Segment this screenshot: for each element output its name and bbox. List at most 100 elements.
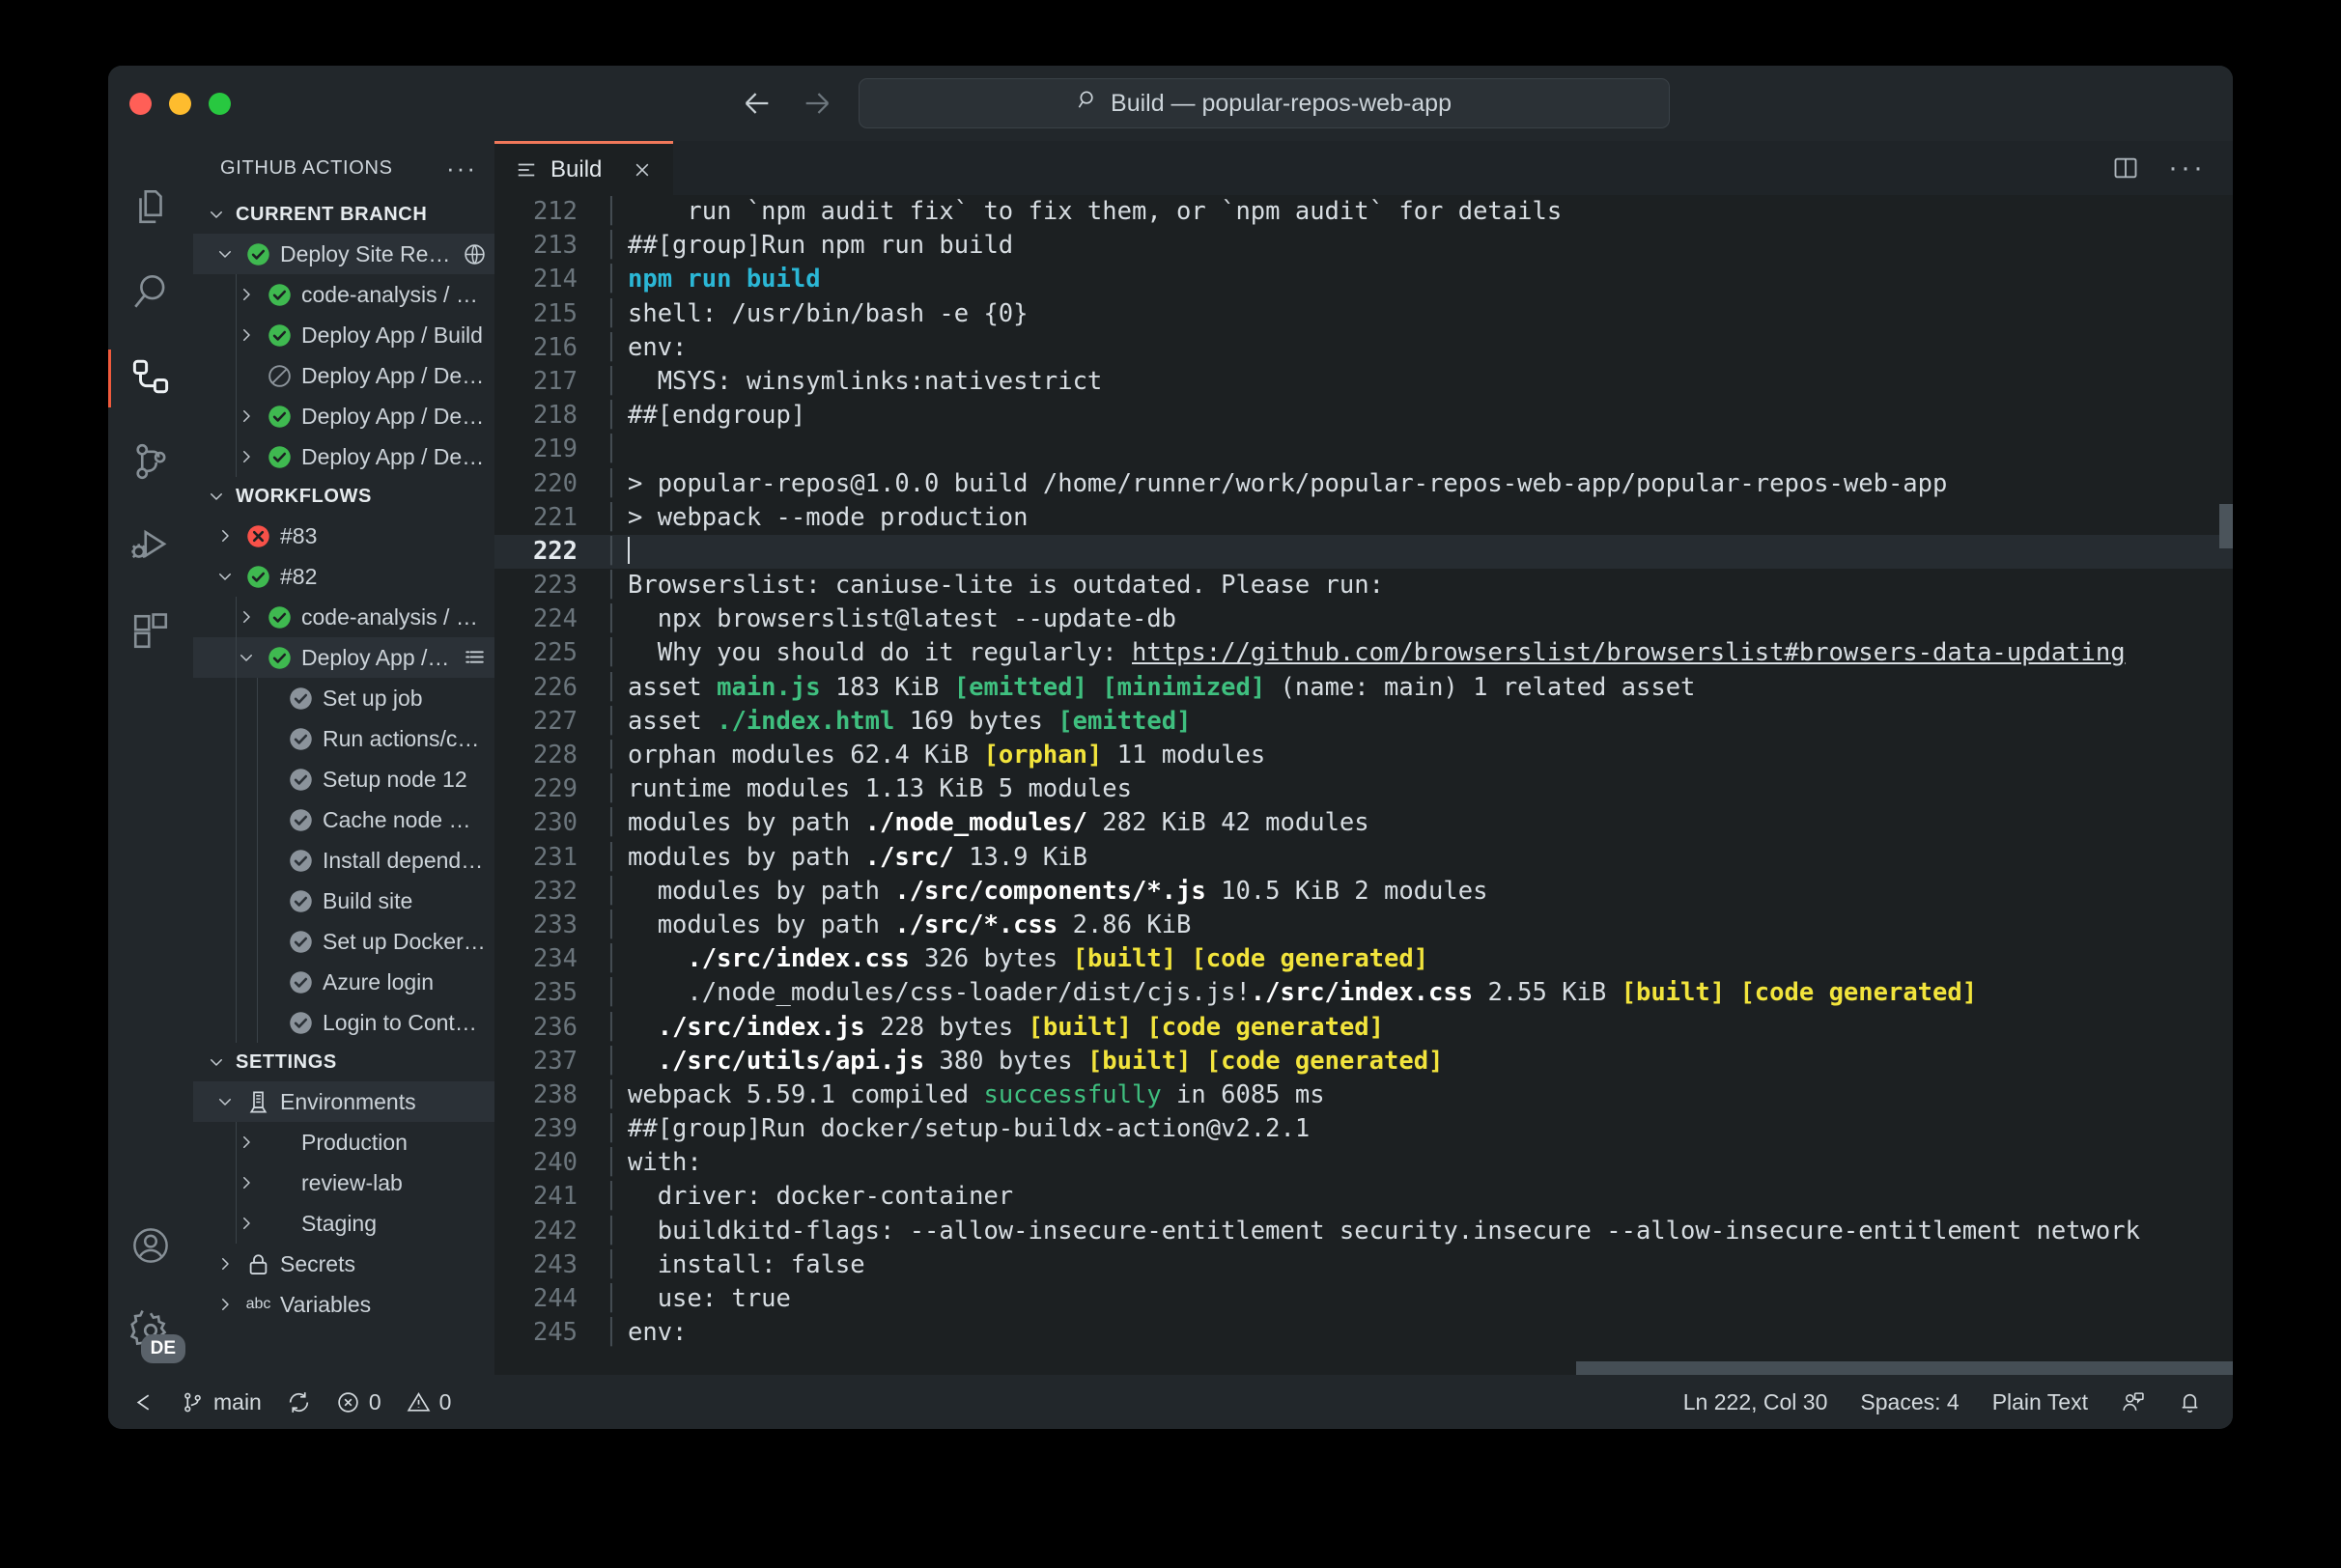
sidebar-item-83[interactable]: #83 — [193, 516, 494, 556]
fold-indicator[interactable]: │ — [595, 569, 628, 602]
activity-source-control[interactable] — [108, 421, 193, 506]
status-language-mode[interactable]: Plain Text — [1992, 1389, 2088, 1415]
globe-icon[interactable] — [463, 242, 487, 266]
chevron-down-icon[interactable] — [235, 646, 258, 669]
activity-github-actions[interactable] — [108, 336, 193, 421]
fold-indicator[interactable]: │ — [595, 806, 628, 840]
fold-indicator[interactable]: │ — [595, 671, 628, 705]
editor-viewport[interactable]: 212 │ run `npm audit fix` to fix them, or… — [494, 195, 2233, 1375]
fold-indicator[interactable]: │ — [595, 1112, 628, 1146]
split-editor-icon[interactable] — [2112, 154, 2139, 182]
fold-indicator[interactable]: │ — [595, 636, 628, 670]
fold-indicator[interactable]: │ — [595, 195, 628, 229]
sidebar-item-deploy-app-deploy-revi[interactable]: Deploy App / Deploy Revi... — [193, 355, 494, 396]
sidebar-item-code-analysis-security-c[interactable]: code-analysis / security c... — [193, 274, 494, 315]
activity-run-and-debug[interactable] — [108, 506, 193, 591]
fold-indicator[interactable]: │ — [595, 365, 628, 399]
status-cursor-position[interactable]: Ln 222, Col 30 — [1683, 1389, 1828, 1415]
status-branch[interactable]: main — [181, 1389, 262, 1415]
fold-indicator[interactable]: │ — [595, 535, 628, 569]
fold-indicator[interactable]: │ — [595, 331, 628, 365]
chevron-right-icon[interactable] — [235, 605, 258, 629]
sidebar-item-run-actions-checkout[interactable]: Run actions/checkout... — [193, 718, 494, 759]
activity-search[interactable] — [108, 251, 193, 336]
fold-indicator[interactable]: │ — [595, 976, 628, 1010]
status-live-share[interactable] — [2121, 1390, 2145, 1414]
sidebar-item-setup-node-12[interactable]: Setup node 12 — [193, 759, 494, 799]
fold-indicator[interactable]: │ — [595, 1078, 628, 1112]
fold-indicator[interactable]: │ — [595, 772, 628, 806]
chevron-right-icon[interactable] — [235, 445, 258, 468]
fold-indicator[interactable]: │ — [595, 841, 628, 875]
fold-indicator[interactable]: │ — [595, 1180, 628, 1214]
chevron-right-icon[interactable] — [235, 405, 258, 428]
status-sync[interactable] — [287, 1390, 311, 1414]
activity-manage-settings[interactable]: DE — [108, 1290, 193, 1375]
fold-indicator[interactable]: │ — [595, 501, 628, 535]
status-remote[interactable] — [131, 1390, 155, 1414]
fold-indicator[interactable]: │ — [595, 467, 628, 501]
chevron-right-icon[interactable] — [213, 1252, 237, 1275]
fold-indicator[interactable]: │ — [595, 1316, 628, 1350]
minimize-window-button[interactable] — [169, 92, 191, 115]
chevron-right-icon[interactable] — [235, 323, 258, 347]
chevron-down-icon[interactable] — [213, 242, 237, 266]
activity-explorer[interactable] — [108, 166, 193, 251]
sidebar-item-cache-node-modules[interactable]: Cache node modules — [193, 799, 494, 840]
chevron-down-icon[interactable] — [213, 565, 237, 588]
go-forward-icon[interactable] — [801, 87, 833, 120]
fold-indicator[interactable]: │ — [595, 297, 628, 331]
sidebar-item-azure-login[interactable]: Azure login — [193, 962, 494, 1002]
chevron-down-icon[interactable] — [213, 1090, 237, 1113]
sidebar-section-current-branch[interactable]: CURRENT BRANCH — [193, 195, 494, 234]
sidebar-item-deploy-app-build[interactable]: Deploy App / Build — [193, 637, 494, 678]
chevron-right-icon[interactable] — [235, 1171, 258, 1194]
fold-indicator[interactable]: │ — [595, 1011, 628, 1045]
chevron-right-icon[interactable] — [235, 1131, 258, 1154]
fold-indicator[interactable]: │ — [595, 602, 628, 636]
go-back-icon[interactable] — [741, 87, 774, 120]
sidebar-item-deploy-app-build[interactable]: Deploy App / Build — [193, 315, 494, 355]
command-center[interactable]: Build — popular-repos-web-app — [859, 78, 1670, 128]
editor-more-actions[interactable]: ··· — [2168, 154, 2206, 182]
chevron-right-icon[interactable] — [235, 283, 258, 306]
fold-indicator[interactable]: │ — [595, 909, 628, 942]
sidebar-section-settings[interactable]: SETTINGS — [193, 1043, 494, 1081]
sidebar-item-82[interactable]: #82 — [193, 556, 494, 597]
sidebar-item-variables[interactable]: abc Variables — [193, 1284, 494, 1325]
sidebar-section-workflows[interactable]: WORKFLOWS — [193, 477, 494, 516]
sidebar-item-set-up-docker-buildx[interactable]: Set up Docker Buildx — [193, 921, 494, 962]
maximize-window-button[interactable] — [209, 92, 231, 115]
sidebar-item-environments[interactable]: Environments — [193, 1081, 494, 1122]
fold-indicator[interactable]: │ — [595, 433, 628, 466]
fold-indicator[interactable]: │ — [595, 1146, 628, 1180]
activity-accounts[interactable] — [108, 1205, 193, 1290]
status-notifications[interactable] — [2178, 1390, 2202, 1414]
sidebar-item-install-dependencies[interactable]: Install dependencies — [193, 840, 494, 881]
close-icon[interactable] — [633, 160, 652, 180]
sidebar-item-secrets[interactable]: Secrets — [193, 1244, 494, 1284]
sidebar-item-staging[interactable]: Staging — [193, 1203, 494, 1244]
status-indentation[interactable]: Spaces: 4 — [1860, 1389, 1959, 1415]
fold-indicator[interactable]: │ — [595, 229, 628, 263]
fold-indicator[interactable]: │ — [595, 739, 628, 772]
fold-indicator[interactable]: │ — [595, 399, 628, 433]
tab-build[interactable]: Build — [494, 141, 674, 195]
sidebar-item-build-site[interactable]: Build site — [193, 881, 494, 921]
fold-indicator[interactable]: │ — [595, 942, 628, 976]
chevron-right-icon[interactable] — [213, 1293, 237, 1316]
sidebar-item-code-analysis-security[interactable]: code-analysis / security ... — [193, 597, 494, 637]
sidebar-item-review-lab[interactable]: review-lab — [193, 1162, 494, 1203]
code-span[interactable]: https://github.com/browserslist/browsers… — [1132, 638, 2126, 667]
vertical-scrollbar-thumb[interactable] — [2219, 504, 2233, 548]
sidebar-item-set-up-job[interactable]: Set up job — [193, 678, 494, 718]
fold-indicator[interactable]: │ — [595, 1248, 628, 1282]
activity-extensions[interactable] — [108, 591, 193, 676]
view-log-icon[interactable] — [463, 646, 487, 670]
close-window-button[interactable] — [129, 92, 152, 115]
horizontal-scrollbar[interactable] — [494, 1361, 2233, 1375]
fold-indicator[interactable]: │ — [595, 1045, 628, 1078]
fold-indicator[interactable]: │ — [595, 875, 628, 909]
status-errors[interactable]: 0 — [336, 1389, 381, 1415]
sidebar-item-production[interactable]: Production — [193, 1122, 494, 1162]
